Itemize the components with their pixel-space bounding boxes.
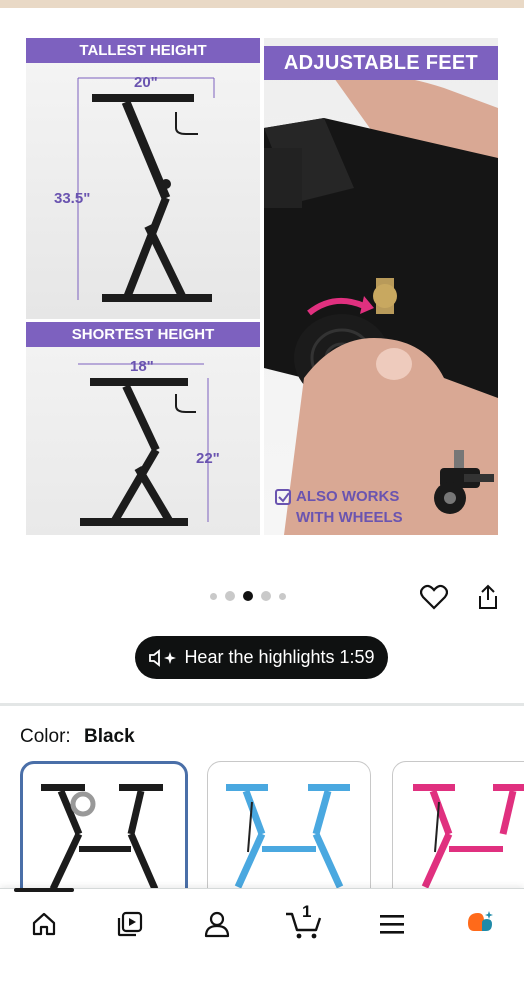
wheels-line-2: WITH WHEELS	[296, 509, 403, 526]
product-image[interactable]: TALLEST HEIGHT 20" 33.5" SHORTEST HEIGHT	[26, 38, 498, 535]
bottom-tab-bar	[0, 888, 524, 1001]
shortest-height-panel: SHORTEST HEIGHT 18" 22"	[26, 322, 260, 535]
hear-highlights-label: Hear the highlights 1:59	[184, 647, 375, 667]
shortest-stand-illustration	[78, 363, 209, 526]
carousel-dot-active[interactable]	[243, 591, 253, 601]
carousel-indicator[interactable]	[210, 591, 286, 601]
adjustable-feet-title: ADJUSTABLE FEET	[264, 46, 498, 80]
tab-cart[interactable]: 1	[282, 902, 326, 944]
home-icon	[32, 912, 56, 936]
active-tab-indicator	[14, 888, 74, 892]
shortest-width-label: 18"	[130, 358, 154, 375]
wheels-note: ALSO WORKS WITH WHEELS	[296, 486, 403, 528]
carousel-dot[interactable]	[210, 592, 217, 600]
color-selector-label: Color: Black	[20, 726, 135, 748]
account-icon	[204, 911, 230, 938]
share-button[interactable]	[471, 580, 505, 614]
tab-rufus[interactable]	[460, 904, 500, 944]
color-label: Color:	[20, 726, 71, 747]
hear-highlights-button[interactable]: Hear the highlights 1:59	[135, 636, 388, 679]
carousel-dot[interactable]	[225, 591, 235, 601]
carousel-dot[interactable]	[261, 591, 271, 601]
tallest-width-label: 20"	[134, 74, 158, 91]
rufus-icon	[468, 911, 493, 931]
top-strip	[0, 0, 524, 8]
color-value: Black	[83, 726, 135, 747]
tallest-height-label: 33.5"	[54, 190, 91, 207]
menu-icon	[380, 915, 404, 934]
wheels-line-1: ALSO WORKS	[296, 488, 400, 505]
tab-video[interactable]	[110, 904, 150, 944]
speaker-sparkle-icon	[149, 648, 177, 667]
section-divider	[0, 703, 524, 706]
shortest-height-label: 22"	[196, 450, 220, 467]
share-icon	[479, 584, 497, 609]
heart-icon	[420, 584, 448, 610]
tab-menu[interactable]	[372, 904, 412, 944]
adjustable-feet-photo	[264, 74, 498, 535]
tab-account[interactable]	[197, 904, 237, 944]
cart-count: 1	[302, 902, 312, 921]
carousel-dot[interactable]	[279, 592, 286, 600]
tab-home[interactable]	[24, 904, 64, 944]
favorite-button[interactable]	[417, 580, 451, 614]
tallest-height-panel: TALLEST HEIGHT 20" 33.5"	[26, 38, 260, 319]
adjustable-feet-panel: ADJUSTABLE FEET ALSO WORKS WITH WHEELS	[264, 38, 498, 535]
video-icon	[117, 911, 143, 937]
